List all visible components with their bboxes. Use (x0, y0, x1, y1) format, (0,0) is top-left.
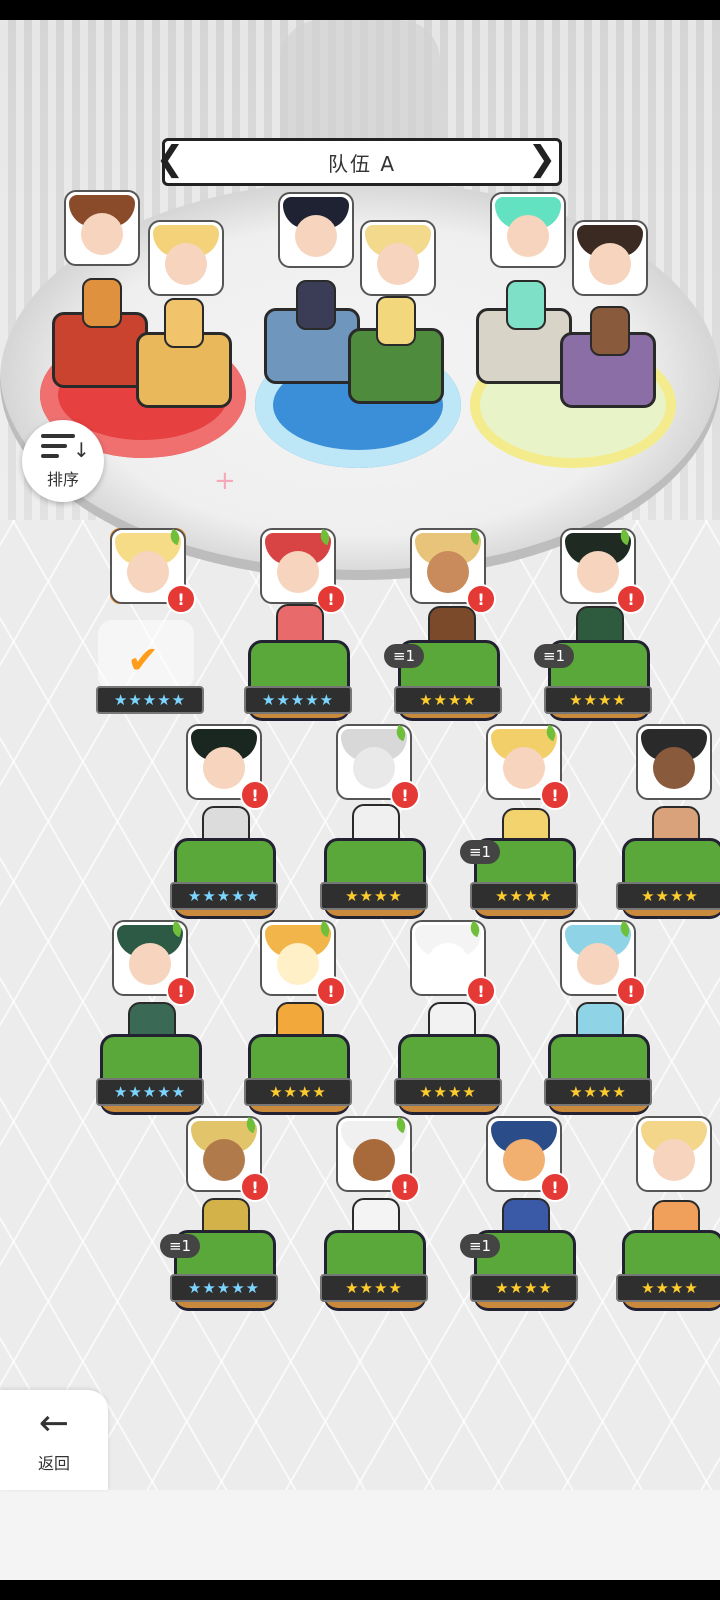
sort-icon: ↓ (41, 432, 90, 462)
team-chibi-sprite (82, 278, 122, 328)
star-rating: ★★★★ (616, 882, 720, 910)
prev-team-button[interactable]: ❮ (156, 136, 185, 182)
navigation-bar (0, 1580, 720, 1600)
level-tag: ≡1 (460, 840, 500, 864)
star-rating: ★★★★ (394, 686, 502, 714)
selected-check-icon: ✔ (127, 638, 159, 682)
team-chibi-sprite (506, 280, 546, 330)
team-portrait[interactable] (492, 194, 564, 266)
back-arrow-icon: ← (38, 1403, 70, 1444)
alert-icon: ! (540, 780, 570, 810)
team-title-bar: 队伍 A (162, 138, 562, 186)
star-rating: ★★★★★ (96, 686, 204, 714)
star-rating: ★★★★★ (170, 882, 278, 910)
alert-icon: ! (540, 1172, 570, 1202)
level-tag: ≡1 (160, 1234, 200, 1258)
back-label: 返回 (37, 1454, 70, 1473)
alert-icon: ! (240, 780, 270, 810)
status-bar (0, 0, 720, 20)
roster-portrait[interactable] (638, 1118, 710, 1190)
sort-label: 排序 (46, 470, 79, 489)
alert-icon: ! (616, 976, 646, 1006)
team-chibi-sprite (590, 306, 630, 356)
star-rating: ★★★★ (470, 882, 578, 910)
team-chibi-sprite (164, 298, 204, 348)
star-rating: ★★★★ (320, 1274, 428, 1302)
star-rating: ★★★★ (544, 686, 652, 714)
next-team-button[interactable]: ❯ (528, 136, 557, 182)
team-title: 队伍 A (327, 151, 397, 176)
alert-icon: ! (466, 976, 496, 1006)
bottom-strip (0, 1490, 720, 1580)
star-rating: ★★★★ (320, 882, 428, 910)
alert-icon: ! (166, 584, 196, 614)
team-portrait[interactable] (150, 222, 222, 294)
team-portrait[interactable] (574, 222, 646, 294)
alert-icon: ! (390, 1172, 420, 1202)
team-portrait[interactable] (66, 192, 138, 264)
crosshair-icon: + (214, 466, 236, 496)
back-button[interactable]: ← 返回 (0, 1390, 108, 1490)
team-portrait[interactable] (362, 222, 434, 294)
level-tag: ≡1 (534, 644, 574, 668)
star-rating: ★★★★★ (244, 686, 352, 714)
star-rating: ★★★★★ (96, 1078, 204, 1106)
star-rating: ★★★★ (470, 1274, 578, 1302)
star-rating: ★★★★ (244, 1078, 352, 1106)
star-rating: ★★★★ (616, 1274, 720, 1302)
level-tag: ≡1 (460, 1234, 500, 1258)
sort-button[interactable]: ↓ 排序 (22, 420, 104, 502)
team-chibi-sprite (376, 296, 416, 346)
roster-portrait[interactable] (638, 726, 710, 798)
star-rating: ★★★★ (544, 1078, 652, 1106)
alert-icon: ! (316, 976, 346, 1006)
team-chibi-sprite (296, 280, 336, 330)
star-rating: ★★★★★ (170, 1274, 278, 1302)
alert-icon: ! (166, 976, 196, 1006)
star-rating: ★★★★ (394, 1078, 502, 1106)
level-tag: ≡1 (384, 644, 424, 668)
team-portrait[interactable] (280, 194, 352, 266)
arena-pillar (280, 20, 440, 150)
alert-icon: ! (240, 1172, 270, 1202)
